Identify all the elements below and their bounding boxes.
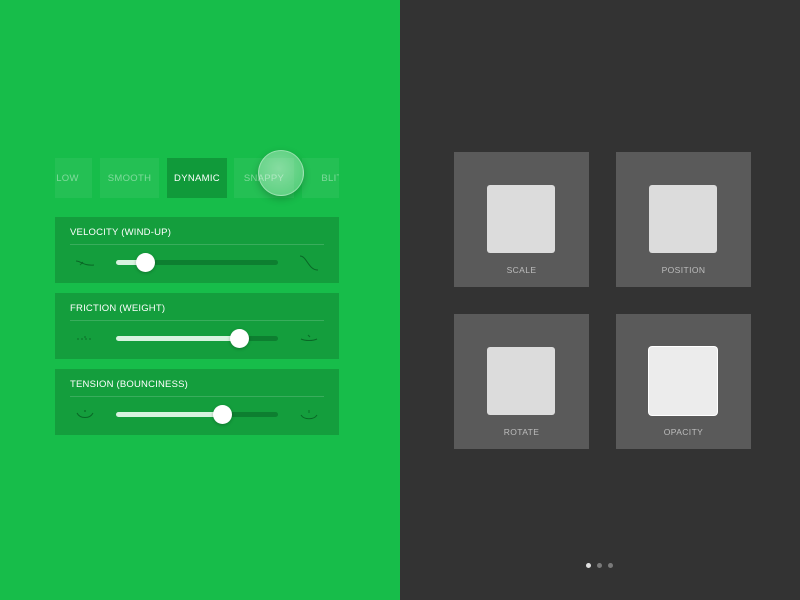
tile-label: SCALE <box>506 265 537 275</box>
friction-light-icon <box>77 336 93 340</box>
tension-title: TENSION (BOUNCINESS) <box>70 379 189 390</box>
bounce-high-icon <box>300 410 318 420</box>
preset-tab-dynamic[interactable]: DYNAMIC <box>167 158 227 198</box>
tension-slider[interactable] <box>116 405 278 424</box>
friction-title: FRICTION (WEIGHT) <box>70 303 166 314</box>
tile-label: OPACITY <box>663 427 704 437</box>
velocity-card: VELOCITY (WIND-UP) <box>55 217 339 283</box>
card-divider <box>70 320 324 321</box>
tile-position[interactable]: POSITION <box>616 152 751 287</box>
page-dot-1[interactable] <box>586 563 591 568</box>
tile-scale[interactable]: SCALE <box>454 152 589 287</box>
friction-heavy-icon <box>300 334 318 341</box>
wind-up-low-curve-icon <box>75 260 95 266</box>
card-divider <box>70 244 324 245</box>
page-dot-2[interactable] <box>597 563 602 568</box>
preset-tab-low[interactable]: LOW <box>55 158 92 198</box>
preset-tab-smooth[interactable]: SMOOTH <box>100 158 159 198</box>
card-divider <box>70 396 324 397</box>
friction-slider[interactable] <box>116 329 278 348</box>
wind-up-high-curve-icon <box>299 255 319 271</box>
opacity-preview-square <box>649 347 717 415</box>
slider-thumb[interactable] <box>229 329 249 348</box>
page-indicator <box>586 563 613 571</box>
tile-opacity[interactable]: OPACITY <box>616 314 751 449</box>
slider-thumb[interactable] <box>135 253 155 272</box>
page-dot-3[interactable] <box>608 563 613 568</box>
tile-rotate[interactable]: ROTATE <box>454 314 589 449</box>
animation-controls-panel: LOW SMOOTH DYNAMIC SNAPPY BLIT VELOCITY … <box>0 0 400 600</box>
tile-label: POSITION <box>661 265 706 275</box>
tile-label: ROTATE <box>503 427 540 437</box>
bounce-low-icon <box>76 410 94 418</box>
friction-card: FRICTION (WEIGHT) <box>55 293 339 359</box>
touch-indicator <box>258 150 304 196</box>
tension-card: TENSION (BOUNCINESS) <box>55 369 339 435</box>
preview-panel <box>400 0 800 600</box>
velocity-title: VELOCITY (WIND-UP) <box>70 227 172 238</box>
position-preview-square <box>649 185 717 253</box>
slider-thumb[interactable] <box>213 405 233 424</box>
slider-fill <box>116 412 223 417</box>
slider-fill <box>116 336 240 341</box>
preset-tab-blit[interactable]: BLIT <box>302 158 339 198</box>
velocity-slider[interactable] <box>116 253 278 272</box>
scale-preview-square <box>487 185 555 253</box>
rotate-preview-square <box>487 347 555 415</box>
